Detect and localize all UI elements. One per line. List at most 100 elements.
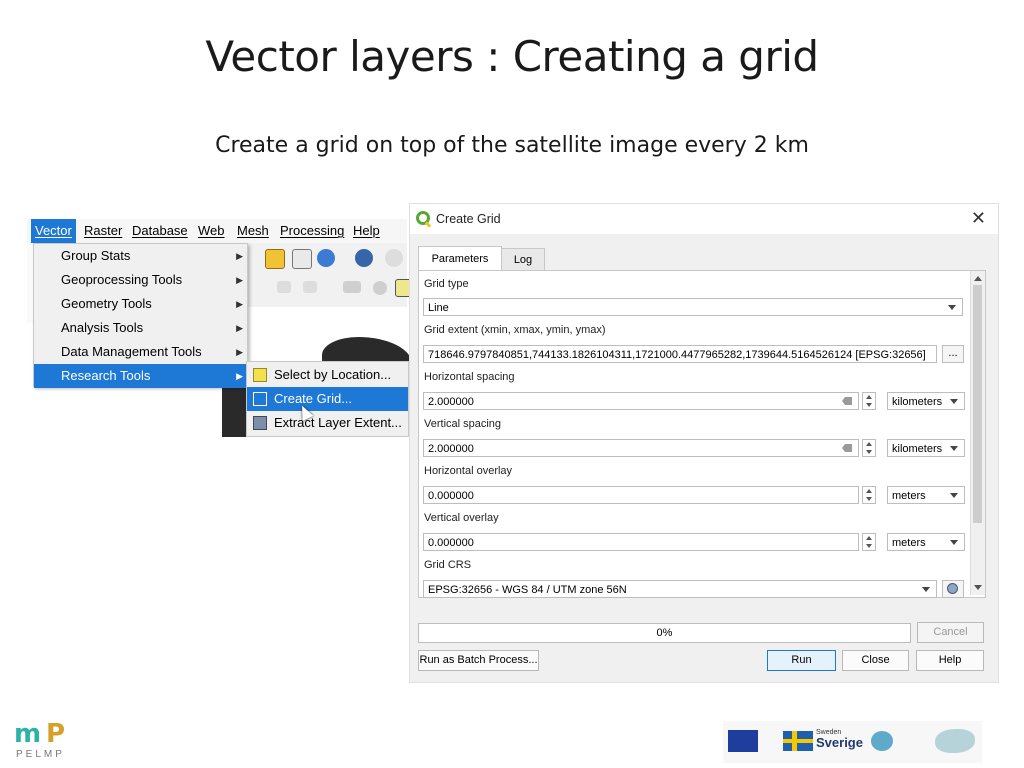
save-icon[interactable]: [292, 249, 312, 269]
help-button[interactable]: Help: [916, 650, 984, 671]
layer-add-icon[interactable]: [265, 249, 285, 269]
redo-icon[interactable]: [303, 281, 317, 293]
crs-selector-button[interactable]: [942, 580, 964, 598]
menu-processing[interactable]: Processing: [280, 223, 344, 238]
qgis-menu-screenshot: Vector Raster Database Web Mesh Processi…: [27, 219, 415, 437]
menu-mesh[interactable]: Mesh: [237, 223, 269, 238]
globe-icon: [947, 583, 958, 594]
menu-item-select-by-location[interactable]: Select by Location...: [247, 363, 408, 387]
menu-item-label: Geometry Tools: [61, 296, 152, 311]
menu-item-extract-layer-extent[interactable]: Extract Layer Extent...: [247, 411, 408, 435]
menu-item-analysis-tools[interactable]: Analysis Tools ▶: [34, 316, 247, 340]
chevron-down-icon: [950, 493, 958, 498]
horizontal-overlay-input[interactable]: 0.000000: [423, 486, 859, 504]
logo-mark: P: [46, 719, 66, 749]
scroll-up-icon[interactable]: [974, 276, 982, 281]
menu-item-group-stats[interactable]: Group Stats ▶: [34, 244, 247, 268]
clear-icon[interactable]: [842, 397, 852, 405]
pin-icon[interactable]: [373, 281, 387, 295]
chevron-right-icon: ▶: [236, 299, 243, 309]
select-location-icon: [253, 368, 267, 382]
vector-menu-dropdown: Group Stats ▶ Geoprocessing Tools ▶ Geomet…: [33, 243, 248, 388]
vertical-spacing-stepper[interactable]: [862, 439, 876, 457]
menu-web[interactable]: Web: [198, 223, 225, 238]
sverige-logo-text: Sverige: [816, 735, 863, 750]
undo-icon[interactable]: [277, 281, 291, 293]
tab-log[interactable]: Log: [501, 248, 545, 272]
menu-item-label: Analysis Tools: [61, 320, 144, 335]
partner-logo-icon: [935, 729, 975, 753]
parameters-panel: Grid type Line Grid extent (xmin, xmax, …: [418, 270, 986, 598]
clear-icon[interactable]: [842, 444, 852, 452]
chevron-right-icon: ▶: [236, 347, 243, 357]
grid-crs-value: EPSG:32656 - WGS 84 / UTM zone 56N: [428, 584, 627, 596]
vertical-overlay-unit-select[interactable]: meters: [887, 533, 965, 551]
chevron-right-icon: ▶: [236, 251, 243, 261]
slide-title: Vector layers : Creating a grid: [205, 32, 819, 81]
cancel-button[interactable]: Cancel: [917, 622, 984, 643]
menu-item-geoprocessing-tools[interactable]: Geoprocessing Tools ▶: [34, 268, 247, 292]
horizontal-spacing-stepper[interactable]: [862, 392, 876, 410]
scroll-thumb[interactable]: [973, 285, 982, 523]
vertical-spacing-input[interactable]: 2.000000: [423, 439, 859, 457]
dialog-titlebar: Create Grid ✕: [410, 204, 998, 234]
menu-item-label: Data Management Tools: [61, 344, 202, 359]
logo-wordmark: PELMP: [16, 749, 65, 760]
menu-item-create-grid[interactable]: Create Grid...: [247, 387, 408, 411]
settings-icon[interactable]: [385, 249, 403, 267]
unit-value: meters: [892, 537, 926, 549]
scroll-down-icon[interactable]: [974, 585, 982, 590]
horizontal-spacing-unit-select[interactable]: kilometers: [887, 392, 965, 410]
comment-icon[interactable]: [343, 281, 361, 293]
identify-icon[interactable]: [355, 249, 373, 267]
chevron-right-icon: ▶: [236, 323, 243, 333]
horizontal-overlay-unit-select[interactable]: meters: [887, 486, 965, 504]
refresh-icon[interactable]: [317, 249, 335, 267]
unit-value: kilometers: [892, 443, 943, 455]
toolbar: [247, 243, 415, 308]
menu-vector[interactable]: Vector: [31, 219, 76, 243]
vertical-spacing-value: 2.000000: [428, 443, 474, 455]
run-as-batch-button[interactable]: Run as Batch Process...: [418, 650, 539, 671]
vertical-spacing-label: Vertical spacing: [424, 418, 502, 430]
unit-value: meters: [892, 490, 926, 502]
menu-item-geometry-tools[interactable]: Geometry Tools ▶: [34, 292, 247, 316]
vertical-overlay-stepper[interactable]: [862, 533, 876, 551]
horizontal-overlay-stepper[interactable]: [862, 486, 876, 504]
mp-pelmp-logo: m P PELMP: [12, 719, 74, 763]
horizontal-spacing-value: 2.000000: [428, 396, 474, 408]
menu-raster[interactable]: Raster: [84, 223, 122, 238]
vertical-overlay-label: Vertical overlay: [424, 512, 499, 524]
menu-item-label: Group Stats: [61, 248, 131, 263]
vertical-overlay-input[interactable]: 0.000000: [423, 533, 859, 551]
close-icon[interactable]: ✕: [971, 208, 986, 229]
dialog-title: Create Grid: [436, 212, 501, 226]
menu-database[interactable]: Database: [132, 223, 188, 238]
horizontal-spacing-label: Horizontal spacing: [424, 371, 515, 383]
extent-options-button[interactable]: ...: [942, 345, 964, 363]
panel-scrollbar[interactable]: [970, 271, 985, 595]
menu-item-data-management-tools[interactable]: Data Management Tools ▶: [34, 340, 247, 364]
eu-flag-icon: [728, 730, 758, 752]
unit-value: kilometers: [892, 396, 943, 408]
grid-type-select[interactable]: Line: [423, 298, 963, 316]
progress-bar: 0%: [418, 623, 911, 643]
grid-extent-input[interactable]: 718646.9797840851,744133.1826104311,1721…: [423, 345, 937, 363]
horizontal-overlay-label: Horizontal overlay: [424, 465, 513, 477]
grid-crs-select[interactable]: EPSG:32656 - WGS 84 / UTM zone 56N: [423, 580, 937, 598]
menu-help[interactable]: Help: [353, 223, 380, 238]
qgis-logo-icon: [416, 211, 430, 225]
vertical-spacing-unit-select[interactable]: kilometers: [887, 439, 965, 457]
slide-subtitle: Create a grid on top of the satellite im…: [215, 133, 809, 158]
run-button[interactable]: Run: [767, 650, 836, 671]
close-button[interactable]: Close: [842, 650, 909, 671]
grid-type-label: Grid type: [424, 278, 469, 290]
sea-agency-logo-icon: [871, 731, 893, 751]
sweden-flag-icon: [783, 731, 813, 751]
tab-parameters[interactable]: Parameters: [418, 246, 502, 272]
grid-icon: [253, 392, 267, 406]
menu-item-research-tools[interactable]: Research Tools ▶: [34, 364, 247, 388]
research-tools-submenu: Select by Location... Create Grid... Ext…: [246, 361, 409, 437]
horizontal-spacing-input[interactable]: 2.000000: [423, 392, 859, 410]
menu-item-label: Research Tools: [61, 368, 151, 383]
